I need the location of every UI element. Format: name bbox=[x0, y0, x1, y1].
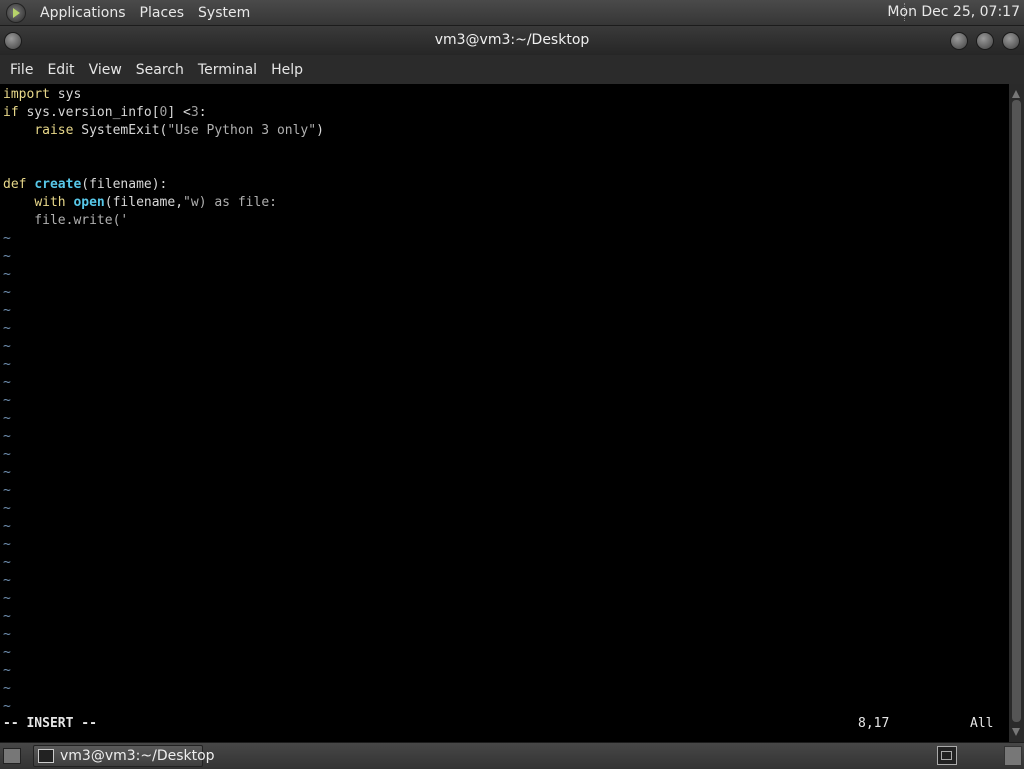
taskbar-window-label: vm3@vm3:~/Desktop bbox=[60, 748, 215, 764]
workspace-switcher-icon[interactable] bbox=[937, 746, 957, 765]
tilde-marker: ~ bbox=[3, 465, 11, 480]
tilde-marker: ~ bbox=[3, 681, 11, 696]
terminal-scrollbar[interactable] bbox=[1009, 84, 1024, 742]
code-line-3: raise SystemExit("Use Python 3 only") bbox=[34, 123, 324, 138]
tilde-marker: ~ bbox=[3, 285, 11, 300]
tilde-marker: ~ bbox=[3, 555, 11, 570]
scroll-thumb[interactable] bbox=[1012, 100, 1021, 722]
tilde-marker: ~ bbox=[3, 483, 11, 498]
window-titlebar[interactable]: vm3@vm3:~/Desktop bbox=[0, 26, 1024, 55]
tilde-marker: ~ bbox=[3, 573, 11, 588]
tilde-marker: ~ bbox=[3, 627, 11, 642]
window-title: vm3@vm3:~/Desktop bbox=[434, 32, 590, 48]
system-menu[interactable]: System bbox=[198, 5, 250, 21]
trash-icon[interactable] bbox=[1004, 746, 1022, 766]
taskbar-window-button[interactable]: vm3@vm3:~/Desktop bbox=[33, 745, 215, 767]
menu-file[interactable]: File bbox=[10, 62, 33, 78]
vim-mode-indicator: -- INSERT -- bbox=[3, 716, 97, 731]
tilde-marker: ~ bbox=[3, 249, 11, 264]
tilde-marker: ~ bbox=[3, 411, 11, 426]
scroll-position: All bbox=[970, 716, 994, 731]
tilde-marker: ~ bbox=[3, 501, 11, 516]
show-desktop-icon[interactable] bbox=[3, 748, 21, 764]
menu-help[interactable]: Help bbox=[271, 62, 303, 78]
menu-view[interactable]: View bbox=[89, 62, 122, 78]
tilde-marker: ~ bbox=[3, 609, 11, 624]
menu-edit[interactable]: Edit bbox=[47, 62, 74, 78]
top-panel: Applications Places System Mon Dec 25, 0… bbox=[0, 0, 1024, 26]
menu-search[interactable]: Search bbox=[136, 62, 184, 78]
tilde-marker: ~ bbox=[3, 339, 11, 354]
close-button[interactable] bbox=[1002, 32, 1020, 50]
tilde-marker: ~ bbox=[3, 663, 11, 678]
cursor-position: 8,17 bbox=[858, 716, 890, 731]
tilde-marker: ~ bbox=[3, 357, 11, 372]
code-line-7: with open(filename,"w) as file: bbox=[34, 195, 277, 210]
scroll-down-arrow-icon[interactable] bbox=[1012, 728, 1020, 736]
tilde-marker: ~ bbox=[3, 645, 11, 660]
terminal-area[interactable]: import sys if sys.version_info[0] <3: ra… bbox=[0, 84, 1009, 742]
tilde-marker: ~ bbox=[3, 699, 11, 714]
code-line-1: import sys bbox=[3, 87, 82, 102]
menu-terminal[interactable]: Terminal bbox=[198, 62, 257, 78]
applications-menu[interactable]: Applications bbox=[40, 5, 126, 21]
tilde-marker: ~ bbox=[3, 429, 11, 444]
distro-logo-icon[interactable] bbox=[6, 2, 26, 23]
tilde-marker: ~ bbox=[3, 537, 11, 552]
bottom-panel: vm3@vm3:~/Desktop bbox=[0, 742, 1024, 769]
scroll-up-arrow-icon[interactable] bbox=[1012, 90, 1020, 98]
maximize-button[interactable] bbox=[976, 32, 994, 50]
code-line-8: file.write(' bbox=[3, 213, 129, 228]
terminal-icon bbox=[38, 749, 54, 763]
tilde-marker: ~ bbox=[3, 519, 11, 534]
code-line-6: def create(filename): bbox=[3, 177, 168, 192]
minimize-button[interactable] bbox=[950, 32, 968, 50]
tilde-marker: ~ bbox=[3, 591, 11, 606]
clock[interactable]: Mon Dec 25, 07:17 bbox=[887, 4, 1020, 20]
places-menu[interactable]: Places bbox=[140, 5, 185, 21]
code-line-2: if sys.version_info[0] <3: bbox=[3, 105, 207, 120]
tilde-marker: ~ bbox=[3, 393, 11, 408]
menu-bar: File Edit View Search Terminal Help bbox=[0, 55, 1024, 84]
tilde-marker: ~ bbox=[3, 267, 11, 282]
window-menu-icon[interactable] bbox=[4, 32, 22, 50]
tilde-marker: ~ bbox=[3, 303, 11, 318]
tilde-marker: ~ bbox=[3, 375, 11, 390]
tilde-marker: ~ bbox=[3, 447, 11, 462]
tilde-marker: ~ bbox=[3, 321, 11, 336]
tilde-marker: ~ bbox=[3, 231, 11, 246]
